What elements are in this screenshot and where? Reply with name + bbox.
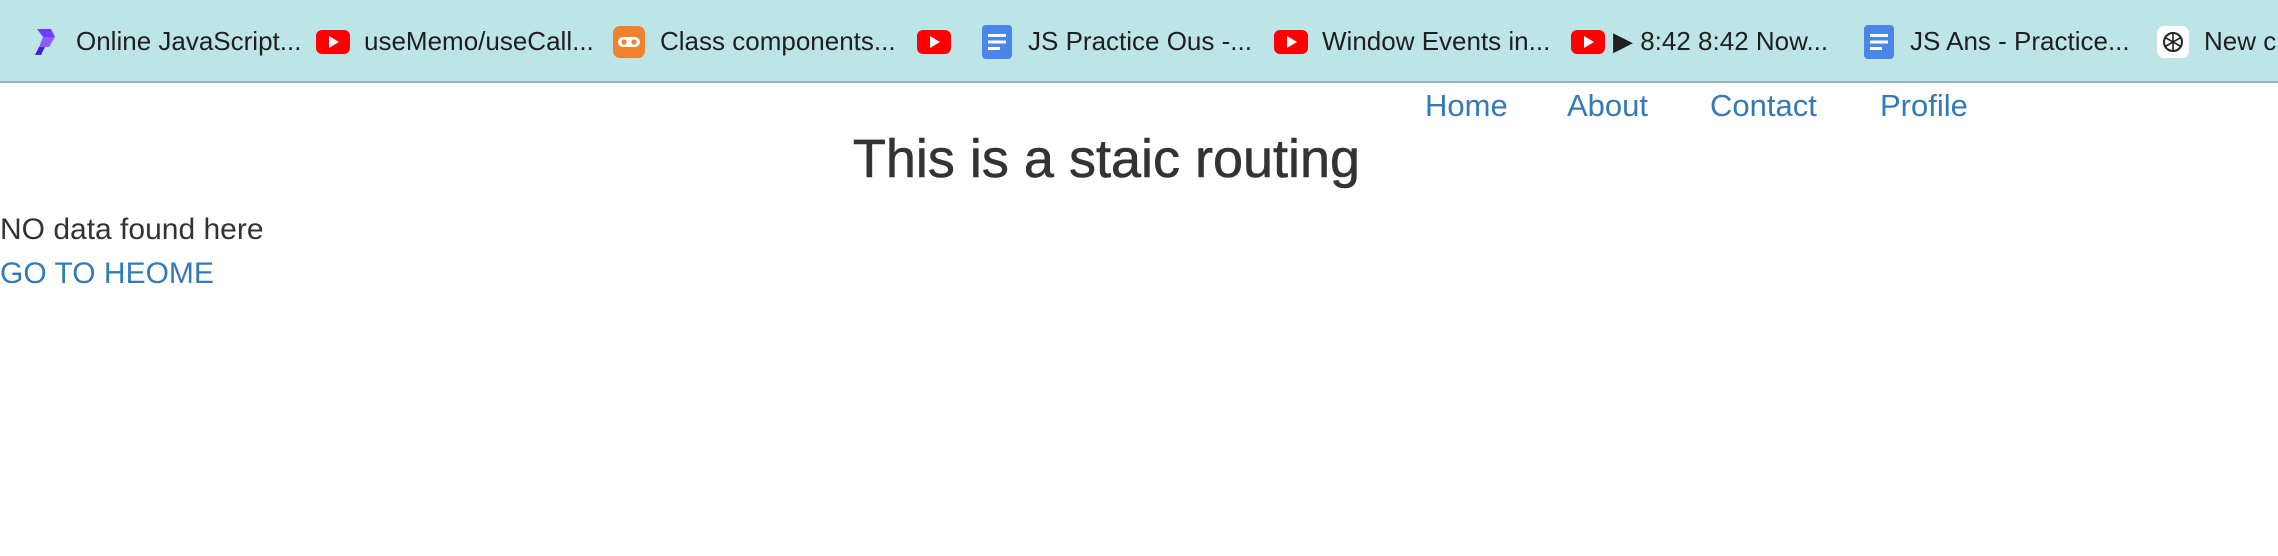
- nav-profile-link[interactable]: Profile: [1880, 84, 1968, 128]
- bookmark-label: Online JavaScript...: [76, 26, 302, 56]
- chatgpt-icon: [2156, 25, 2190, 59]
- bookmark-js-practice[interactable]: JS Practice Ous -...: [980, 0, 1252, 81]
- bookmark-js-ans[interactable]: JS Ans - Practice...: [1862, 0, 2130, 81]
- youtube-icon: [1274, 25, 1308, 59]
- youtube-icon: [1571, 25, 1605, 59]
- page-title: This is a staic routing: [852, 129, 1361, 190]
- replit-icon: [28, 25, 62, 59]
- bookmarks-bar: Online JavaScript... useMemo/useCall... …: [0, 0, 2278, 83]
- bookmark-now-playing[interactable]: ▶ 8:42 8:42 Now...: [1571, 0, 1829, 81]
- bookmark-usememo[interactable]: useMemo/useCall...: [316, 0, 594, 81]
- bookmark-youtube[interactable]: [917, 0, 951, 81]
- bookmark-label: useMemo/useCall...: [364, 26, 594, 56]
- scrimba-icon: [612, 25, 646, 59]
- bookmark-online-javascript[interactable]: Online JavaScript...: [28, 0, 302, 81]
- google-docs-icon: [980, 24, 1014, 59]
- nav-home-link[interactable]: Home: [1425, 84, 1508, 128]
- bookmark-label: JS Ans - Practice...: [1910, 26, 2130, 56]
- bookmark-label: Window Events in...: [1322, 26, 1551, 56]
- nav-contact-link[interactable]: Contact: [1710, 84, 1817, 128]
- bookmark-label: New ch: [2204, 26, 2278, 56]
- bookmark-label: JS Practice Ous -...: [1028, 26, 1252, 56]
- bookmark-window-events[interactable]: Window Events in...: [1274, 0, 1551, 81]
- google-docs-icon: [1862, 24, 1896, 59]
- no-data-message: NO data found here: [0, 213, 264, 246]
- bookmark-label: ▶ 8:42 8:42 Now...: [1613, 26, 1829, 56]
- youtube-icon: [316, 25, 350, 59]
- bookmark-new-chat[interactable]: New ch: [2156, 0, 2278, 81]
- nav-about-link[interactable]: About: [1567, 84, 1648, 128]
- youtube-icon: [917, 25, 951, 59]
- bookmark-label: Class components...: [660, 26, 896, 56]
- bookmark-class-components[interactable]: Class components...: [612, 0, 896, 81]
- main-nav: Home About Contact Profile: [0, 84, 2278, 128]
- go-home-link[interactable]: GO TO HEOME: [0, 254, 214, 294]
